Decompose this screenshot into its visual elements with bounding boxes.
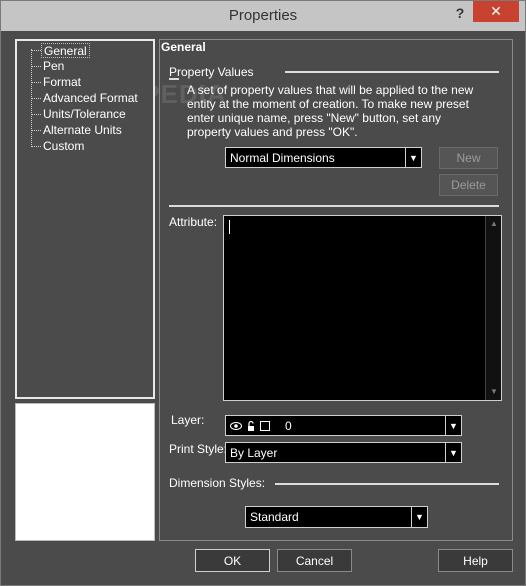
dimension-styles-label: Dimension Styles: bbox=[169, 476, 266, 490]
tree-item-advanced-format[interactable]: Advanced Format bbox=[43, 91, 138, 106]
separator bbox=[169, 78, 179, 80]
chevron-down-icon[interactable]: ▼ bbox=[411, 507, 427, 527]
dimension-styles-value: Standard bbox=[250, 510, 299, 524]
print-style-select[interactable]: By Layer ▼ bbox=[225, 442, 462, 463]
tree-item-units-tolerance[interactable]: Units/Tolerance bbox=[43, 107, 126, 122]
tree-connector bbox=[31, 114, 41, 115]
layer-state-icons: 0 bbox=[230, 419, 292, 433]
tree-connector bbox=[31, 130, 41, 131]
title-bar: Properties ? ✕ bbox=[1, 1, 525, 31]
panel-title: General bbox=[161, 40, 206, 54]
preset-select[interactable]: Normal Dimensions ▼ bbox=[225, 147, 422, 168]
attribute-label: Attribute: bbox=[169, 215, 218, 229]
tree-item-custom[interactable]: Custom bbox=[43, 139, 84, 154]
close-icon[interactable]: ✕ bbox=[473, 1, 519, 22]
properties-dialog: Properties ? ✕ SOFTPEDIA General Pen For… bbox=[0, 0, 526, 586]
preview-pane bbox=[15, 403, 155, 541]
chevron-down-icon[interactable]: ▼ bbox=[445, 416, 461, 435]
scroll-down-icon[interactable]: ▼ bbox=[486, 384, 502, 400]
eye-icon bbox=[230, 420, 242, 432]
tree-connector bbox=[31, 66, 41, 67]
tree-connector bbox=[31, 50, 41, 51]
chevron-down-icon[interactable]: ▼ bbox=[405, 148, 421, 167]
chevron-down-icon[interactable]: ▼ bbox=[445, 443, 461, 462]
separator bbox=[275, 483, 499, 485]
tree-item-alternate-units[interactable]: Alternate Units bbox=[43, 123, 122, 138]
ok-button[interactable]: OK bbox=[195, 549, 270, 572]
attribute-scrollbar[interactable]: ▲ ▼ bbox=[485, 216, 501, 400]
tree-item-general[interactable]: General bbox=[41, 43, 90, 58]
help-icon[interactable]: ? bbox=[449, 3, 471, 23]
tree-item-format[interactable]: Format bbox=[43, 75, 81, 90]
tree-connector bbox=[31, 82, 41, 83]
tree-connector bbox=[31, 146, 41, 147]
tree-connector bbox=[31, 98, 41, 99]
tree-item-pen[interactable]: Pen bbox=[43, 59, 64, 74]
property-values-description: A set of property values that will be ap… bbox=[187, 83, 474, 139]
layer-label: Layer: bbox=[171, 413, 205, 427]
separator bbox=[169, 205, 499, 207]
scroll-up-icon[interactable]: ▲ bbox=[486, 216, 502, 232]
lock-icon bbox=[245, 420, 257, 432]
print-style-label: Print Style: bbox=[169, 442, 228, 456]
layer-color-icon bbox=[260, 421, 270, 431]
category-tree[interactable]: General Pen Format Advanced Format Units… bbox=[15, 39, 155, 399]
cancel-button[interactable]: Cancel bbox=[277, 549, 352, 572]
separator bbox=[285, 71, 499, 73]
layer-select[interactable]: 0 ▼ bbox=[225, 415, 462, 436]
delete-button[interactable]: Delete bbox=[439, 174, 498, 196]
window-title: Properties bbox=[228, 7, 298, 24]
dimension-styles-select[interactable]: Standard ▼ bbox=[245, 506, 428, 528]
help-button[interactable]: Help bbox=[438, 549, 513, 572]
text-caret bbox=[229, 220, 230, 234]
attribute-textarea[interactable]: ▲ ▼ bbox=[223, 215, 502, 401]
new-button[interactable]: New bbox=[439, 147, 498, 169]
property-values-label: Property Values bbox=[169, 65, 254, 79]
preset-select-value: Normal Dimensions bbox=[230, 151, 335, 165]
layer-select-value: 0 bbox=[285, 419, 292, 433]
print-style-value: By Layer bbox=[230, 446, 278, 460]
